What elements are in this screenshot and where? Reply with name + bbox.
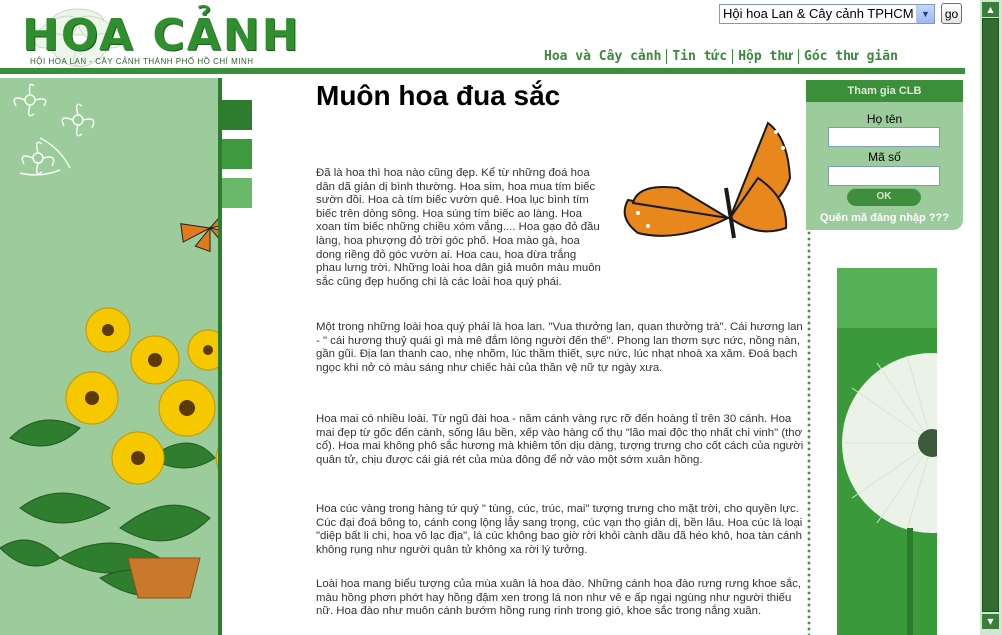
nav-item-tin-tuc[interactable]: Tin tức [672, 49, 727, 64]
nav-divider [798, 48, 799, 64]
dandelion-image [837, 268, 937, 635]
scrollbar-thumb[interactable] [982, 18, 999, 612]
butterfly-image [623, 121, 792, 239]
article-paragraph: Đã là hoa thì hoa nào cũng đẹp. Kể từ nh… [316, 167, 601, 288]
nav-divider [666, 48, 668, 64]
square-dark [222, 100, 252, 130]
article-paragraph: Hoa cúc vàng trong hàng tứ quý " tùng, c… [316, 503, 803, 556]
nav-item-goc-thu-gian[interactable]: Góc thư giãn [804, 49, 898, 64]
site-logo[interactable]: HOA CẢNH HỘI HOA LAN - CÂY CẢNH THÀNH PH… [10, 2, 298, 74]
go-button[interactable]: go [941, 3, 962, 24]
nav-divider [732, 48, 734, 64]
forgot-code-link[interactable]: Quên mã đăng nhập ??? [806, 212, 963, 224]
small-butterfly [180, 205, 241, 253]
logo-subtitle: HỘI HOA LAN - CÂY CẢNH THÀNH PHỐ HỒ CHÍ … [30, 57, 254, 66]
article-paragraph: Loài hoa mang biểu tượng của mùa xuân là… [316, 578, 802, 618]
name-input[interactable] [828, 127, 940, 147]
scroll-down-icon[interactable]: ▼ [982, 614, 999, 629]
code-input[interactable] [828, 166, 940, 186]
top-nav: Hoa và Cây cảnh Tin tức Hộp thư Góc thư … [544, 47, 898, 65]
ok-button[interactable]: OK [847, 188, 921, 206]
site-select-value: Hội hoa Lan & Cây cảnh TPHCM [723, 6, 914, 21]
login-header: Tham gia CLB [806, 80, 963, 102]
square-mid [222, 139, 252, 169]
dandelion-graphic [837, 268, 937, 635]
square-light [222, 178, 252, 208]
logo-text: HOA CẢNH [22, 10, 301, 61]
page: HOA CẢNH HỘI HOA LAN - CÂY CẢNH THÀNH PH… [0, 0, 980, 635]
article-title: Muôn hoa đua sắc [316, 80, 561, 111]
chevron-down-icon[interactable]: ▼ [916, 5, 934, 23]
site-header: HOA CẢNH HỘI HOA LAN - CÂY CẢNH THÀNH PH… [0, 0, 980, 78]
gerbera-flowers-image [0, 83, 265, 599]
site-select[interactable]: Hội hoa Lan & Cây cảnh TPHCM ▼ [719, 4, 935, 24]
header-divider [0, 68, 965, 74]
left-decoration-panel [0, 78, 265, 635]
article-paragraph: Hoa mai có nhiều loài. Từ ngũ đài hoa - … [316, 413, 804, 466]
code-label: Mã số [868, 150, 901, 164]
decorative-squares [222, 100, 252, 217]
name-label: Họ tên [866, 112, 903, 126]
dotted-divider [807, 230, 811, 635]
login-box: Tham gia CLB Họ tên Mã số OK Quên mã đăn… [806, 80, 963, 230]
nav-item-hoa-cay-canh[interactable]: Hoa và Cây cảnh [544, 49, 661, 64]
nav-item-hop-thu[interactable]: Hộp thư [738, 49, 793, 64]
scroll-up-icon[interactable]: ▲ [982, 2, 999, 17]
article-paragraph: Một trong những loài hoa quý phái là hoa… [316, 321, 803, 374]
